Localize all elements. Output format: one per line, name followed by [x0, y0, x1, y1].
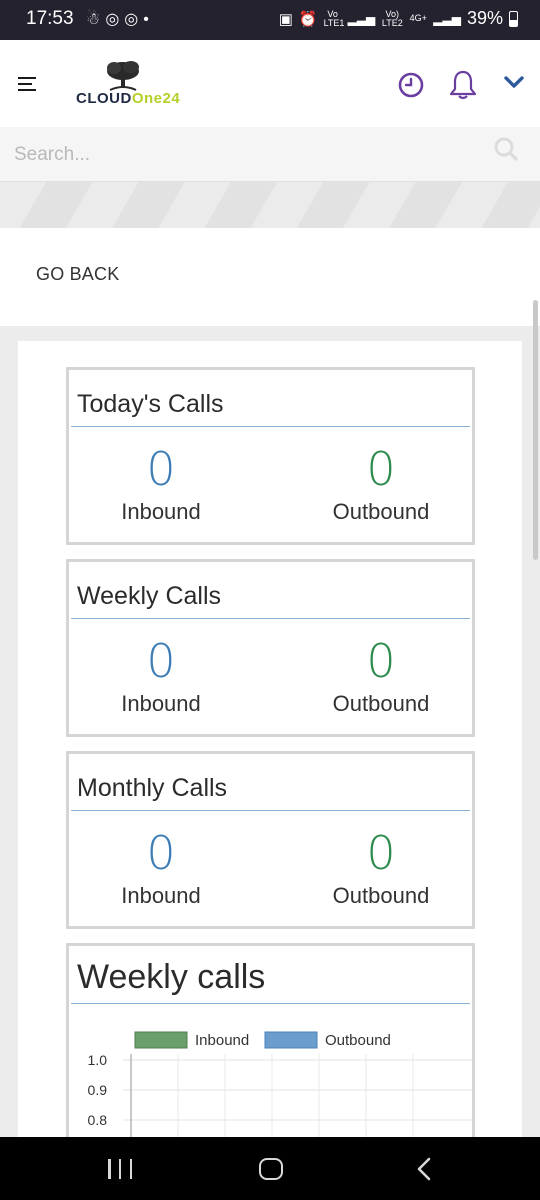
logo[interactable]: CLOUDOne24: [76, 60, 211, 112]
chart-title: Weekly calls: [77, 958, 266, 996]
divider: [71, 618, 470, 619]
stat-title: Today's Calls: [77, 390, 224, 418]
bell-icon[interactable]: [448, 69, 478, 101]
hero-band: [0, 182, 540, 228]
search-input[interactable]: [14, 140, 474, 170]
divider: [71, 1003, 470, 1004]
back-button[interactable]: [414, 1157, 434, 1181]
signal-icon-1: ▂▃▅: [347, 11, 376, 26]
logo-tree-icon: [107, 61, 139, 91]
network-label-3: 4G+: [409, 13, 427, 23]
logo-text-cloud: CLOUD: [76, 90, 132, 107]
battery-icon: [509, 10, 518, 27]
weekly-calls-card: Weekly Calls 0 0 Inbound Outbound: [66, 559, 475, 737]
go-back-panel: GO BACK: [0, 228, 540, 326]
inbound-label: Inbound: [121, 883, 201, 908]
weekly-calls-chart: Inbound Outbound 1.0 0.9 0.8: [88, 1031, 472, 1143]
todays-calls-card: Today's Calls 0 0 Inbound Outbound: [66, 367, 475, 545]
status-time: 17:53: [26, 8, 74, 29]
scrollbar[interactable]: [533, 300, 538, 560]
outbound-label: Outbound: [332, 883, 430, 908]
y-tick-label: 1.0: [88, 1052, 108, 1068]
inbound-label: Inbound: [121, 499, 201, 524]
stat-title: Weekly Calls: [77, 582, 222, 610]
outbound-count: 0: [366, 826, 396, 880]
battery-level: 39%: [466, 8, 503, 28]
search-icon[interactable]: [493, 136, 519, 162]
recent-apps-button[interactable]: [108, 1159, 132, 1179]
legend-label-inbound: Inbound: [195, 1032, 249, 1049]
monthly-calls-card: Monthly Calls 0 0 Inbound Outbound: [66, 751, 475, 929]
legend-swatch-inbound: [134, 1031, 188, 1049]
inbound-count: 0: [146, 442, 176, 496]
go-back-link[interactable]: GO BACK: [36, 264, 119, 285]
legend-swatch-outbound: [264, 1031, 318, 1049]
inbound-count: 0: [146, 826, 176, 880]
stat-title: Monthly Calls: [77, 774, 228, 802]
search-bar: [0, 127, 540, 182]
lock-icon: ▣: [278, 10, 293, 28]
divider: [71, 426, 470, 427]
divider: [71, 810, 470, 811]
app-header: CLOUDOne24: [0, 40, 540, 127]
y-tick-label: 0.9: [88, 1082, 108, 1098]
home-button[interactable]: [259, 1158, 283, 1180]
status-right: ▣ ⏰ Vo LTE1 ▂▃▅ Vo) LTE2 4G+ ▂▃▅ 39%: [279, 8, 518, 29]
status-bar: 17:53 ☃◎◎• ▣ ⏰ Vo LTE1 ▂▃▅ Vo) LTE2 4G+ …: [0, 0, 540, 40]
alarm-icon: ⏰: [298, 10, 318, 28]
inbound-label: Inbound: [121, 691, 201, 716]
clock-icon[interactable]: [398, 72, 424, 98]
network-label-2: Vo) LTE2: [381, 8, 403, 28]
weekly-chart-card: Weekly calls Inbound Outbound 1.0 0.9 0.8: [66, 943, 475, 1143]
logo-text: CLOUDOne24: [76, 90, 180, 107]
legend-label-outbound: Outbound: [325, 1032, 391, 1049]
system-nav-bar: [0, 1137, 540, 1200]
outbound-count: 0: [366, 442, 396, 496]
network-label-1: Vo LTE1: [323, 8, 345, 28]
logo-text-one24: One24: [131, 90, 181, 107]
inbound-count: 0: [146, 634, 176, 688]
y-tick-label: 0.8: [88, 1112, 108, 1128]
signal-icon-2: ▂▃▅: [433, 11, 461, 26]
outbound-count: 0: [366, 634, 396, 688]
chevron-down-icon[interactable]: [503, 74, 525, 90]
outbound-label: Outbound: [332, 499, 430, 524]
menu-icon[interactable]: [18, 77, 36, 91]
status-notification-icons: ☃◎◎•: [86, 11, 154, 28]
outbound-label: Outbound: [332, 691, 430, 716]
